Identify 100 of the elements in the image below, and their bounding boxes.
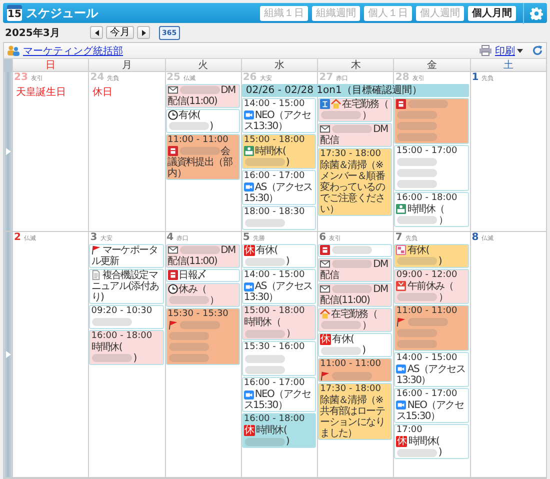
blurred-text	[244, 258, 285, 266]
blurred-text	[168, 122, 209, 130]
video-camera-icon	[244, 282, 254, 292]
event-entry[interactable]: 在宅勤務（ ）	[318, 98, 392, 122]
date-number[interactable]: 4	[166, 232, 174, 244]
event-entry[interactable]: 17:30 - 18:00 除菌＆清掃（※共有部はローテーションになりました）	[318, 383, 392, 440]
event-entry[interactable]	[394, 98, 469, 144]
blurred-text	[408, 100, 448, 108]
event-entry[interactable]: 16:00 - 18:00 時間休( )	[89, 330, 164, 365]
date-number[interactable]: 1	[472, 72, 479, 84]
leave-badge: 休	[244, 245, 255, 256]
event-entry[interactable]: 11:00 - 11:00	[394, 305, 469, 351]
event-entry[interactable]: 16:00 - 18:00 休 時間休( )	[242, 413, 316, 448]
view-tab[interactable]: 個人月間	[468, 6, 516, 20]
event-entry[interactable]: 18:00 - 18:30	[242, 206, 316, 230]
event-entry[interactable]: 有休( )	[394, 244, 469, 268]
week-expand-handle[interactable]	[4, 72, 12, 231]
blurred-text	[397, 448, 438, 456]
date-number[interactable]: 6	[319, 232, 326, 244]
blurred-text	[244, 438, 285, 446]
department-link[interactable]: マーケティング統括部	[23, 44, 476, 58]
calendar-app-icon: 15	[7, 5, 22, 21]
event-time: 09:00 - 12:00	[396, 270, 458, 281]
date-number[interactable]: 8	[472, 232, 479, 244]
card-icon	[396, 245, 406, 256]
flag-icon	[91, 245, 102, 256]
date-number[interactable]: 7	[395, 232, 402, 244]
multi-day-event[interactable]: 02/26 - 02/28 1on1（目標確認週間）	[242, 84, 469, 97]
video-camera-icon	[244, 110, 254, 120]
event-entry[interactable]: 16:00 - 17:00 NEO（アクセス15:30）	[394, 388, 469, 423]
print-link[interactable]: 印刷	[495, 44, 523, 58]
flag-icon	[396, 317, 406, 328]
blurred-text	[244, 219, 285, 228]
next-month-button[interactable]	[137, 26, 150, 39]
event-time: 09:20 - 10:30	[91, 306, 154, 317]
event-entry[interactable]: 在宅勤務（ ）	[318, 308, 392, 332]
event-entry[interactable]: 休み（ ）	[166, 283, 240, 307]
event-entry[interactable]: 15:30 - 15:30	[166, 308, 240, 365]
event-entry[interactable]: 09:00 - 12:00 午前休み（ ）	[394, 269, 469, 304]
house-icon	[331, 99, 342, 110]
event-entry[interactable]	[318, 244, 392, 257]
blurred-text	[168, 354, 209, 362]
event-entry[interactable]: 17:00 休 時間休( )	[394, 424, 469, 460]
blurred-text	[397, 329, 438, 338]
date-number[interactable]: 2	[14, 232, 21, 244]
previous-month-button[interactable]	[90, 26, 103, 39]
blurred-text	[397, 133, 438, 142]
blurred-text	[92, 354, 132, 362]
event-entry[interactable]: 日報〆	[166, 269, 240, 282]
header-corner	[4, 59, 12, 72]
event-entry[interactable]: 14:00 - 15:00 AS（アクセス13:30）	[242, 269, 316, 304]
blurred-text	[321, 346, 362, 354]
event-entry[interactable]: 09:20 - 10:30	[89, 305, 164, 329]
event-entry[interactable]: 15:00 - 18:00 時間休( )	[242, 134, 316, 169]
event-entry[interactable]: 15:00 - 17:00	[394, 145, 469, 191]
blurred-text	[332, 125, 372, 134]
event-entry[interactable]: DM配信(11:00)	[166, 244, 240, 268]
event-time: 17:30 - 18:00	[320, 384, 382, 394]
event-entry[interactable]: 16:00 - 17:00 NEO（アクセス15:30）	[242, 377, 316, 412]
event-entry[interactable]: マーケポータル更新	[89, 244, 164, 268]
event-entry[interactable]: 休有休( )	[242, 244, 316, 268]
event-entry[interactable]: 16:00 - 17:00 AS（アクセス15:30）	[242, 170, 316, 205]
blurred-text	[397, 122, 438, 130]
envelope-icon	[320, 124, 330, 134]
event-entry[interactable]: 14:00 - 15:00 AS（アクセス13:30）	[394, 352, 469, 387]
date-number[interactable]: 3	[90, 232, 98, 244]
blurred-text	[244, 330, 285, 338]
blurred-text	[332, 285, 372, 294]
settings-icon[interactable]	[530, 6, 543, 20]
event-entry[interactable]: DM配信	[318, 123, 392, 147]
event-time: 15:30 - 15:30	[168, 309, 230, 320]
week-expand-handle[interactable]	[4, 232, 12, 477]
event-time: 16:00 - 18:00	[244, 414, 306, 424]
note-icon	[320, 245, 330, 256]
event-entry[interactable]: DM配信(11:00)	[166, 84, 240, 108]
event-entry[interactable]: 14:00 - 15:00 NEO（アクセス13:30）	[242, 98, 316, 133]
blurred-text	[168, 296, 209, 304]
flag-icon	[320, 370, 330, 380]
event-entry[interactable]: 休有休( )	[318, 333, 392, 358]
event-entry[interactable]: DM配信(11:00)	[318, 283, 392, 307]
holiday-label: 天皇誕生日	[15, 86, 67, 100]
this-month-button[interactable]: 今月	[106, 26, 134, 39]
event-entry[interactable]: 有休( )	[166, 109, 240, 133]
event-entry[interactable]: 複合機設定マニュアル(添付あり)	[89, 269, 164, 304]
date-number[interactable]: 5	[242, 232, 250, 244]
event-entry[interactable]: 17:30 - 18:00 除菌＆清掃（※メンバー＆順番変わっているのでご注意ください）	[318, 148, 392, 216]
event-time: 14:00 - 15:00	[396, 353, 458, 364]
event-entry[interactable]: DM配信	[318, 258, 392, 282]
event-entry[interactable]: 15:00 - 18:00 時間休（ ）	[242, 305, 316, 340]
event-entry[interactable]: 11:00 - 11:00	[318, 358, 392, 382]
event-entry[interactable]: 11:00 - 11:00 会議資料提出（部内）	[166, 134, 240, 180]
event-time: 16:00 - 17:00	[396, 389, 458, 400]
envelope-icon	[320, 284, 330, 294]
event-time: 18:00 - 18:30	[244, 207, 306, 218]
timecard-icon	[244, 146, 254, 156]
event-entry[interactable]: 16:00 - 18:00 時間休（ ）	[394, 192, 469, 227]
event-entry[interactable]: 15:30 - 16:00	[242, 341, 316, 376]
refresh-icon[interactable]	[532, 45, 543, 56]
flag-icon	[168, 320, 178, 330]
note-icon	[396, 99, 406, 110]
